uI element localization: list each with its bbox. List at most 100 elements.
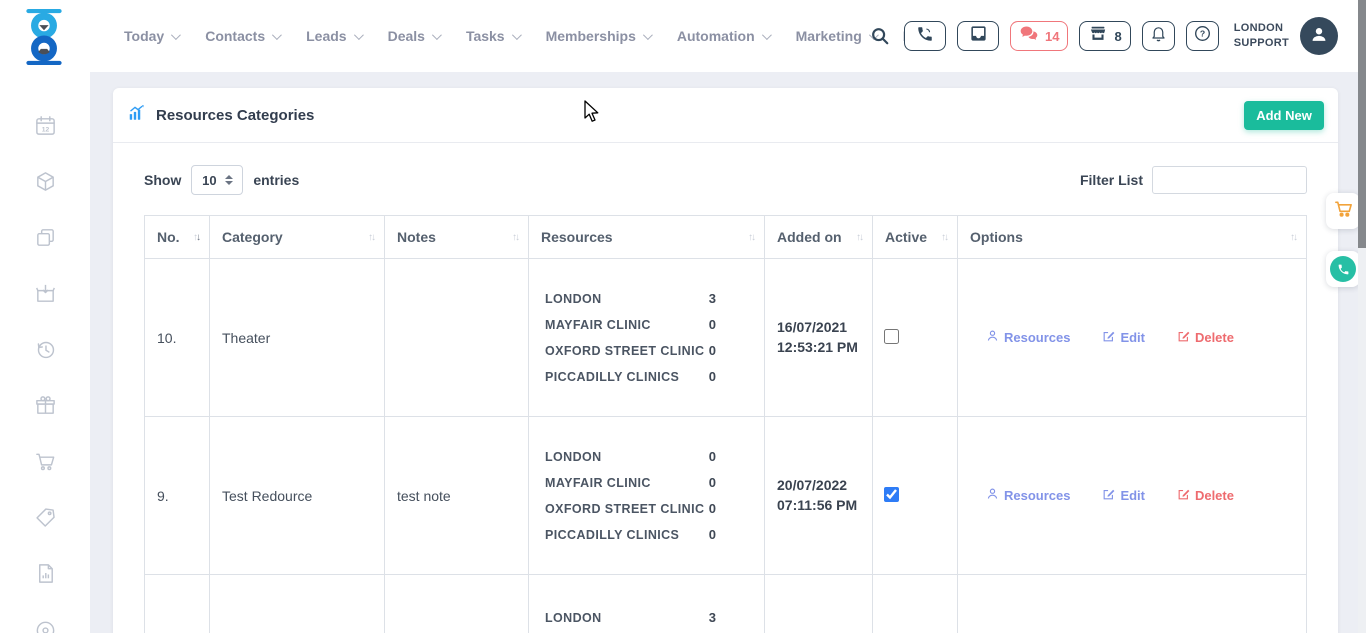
hourglass-logo-icon bbox=[22, 52, 66, 69]
page-size-select[interactable]: 10 bbox=[191, 165, 243, 195]
cell-added-on bbox=[765, 575, 873, 633]
cell-added-on: 20/07/2022 07:11:56 PM bbox=[765, 417, 873, 575]
scrollbar-thumb[interactable] bbox=[1358, 0, 1366, 248]
chevron-down-icon bbox=[762, 30, 772, 40]
table-controls: Show 10 entries Filter List bbox=[144, 165, 1307, 195]
gift-icon[interactable] bbox=[34, 394, 57, 417]
entries-label: entries bbox=[253, 172, 299, 188]
cell-resources: LONDON3 MAYFAIR CLINIC0 OXFORD STREET CL… bbox=[529, 259, 765, 417]
col-label: Active bbox=[885, 229, 927, 245]
edit-link[interactable]: Edit bbox=[1102, 488, 1145, 504]
floating-cart-button[interactable] bbox=[1326, 193, 1360, 229]
sort-icon: ↑↓ bbox=[512, 232, 518, 243]
filter-group: Filter List bbox=[1080, 166, 1307, 194]
cart-icon[interactable] bbox=[34, 450, 57, 473]
col-label: Options bbox=[970, 229, 1023, 245]
chart-trend-icon bbox=[127, 104, 146, 126]
chat-button[interactable]: 14 bbox=[1010, 21, 1068, 51]
cell-resources: LONDON0 MAYFAIR CLINIC0 OXFORD STREET CL… bbox=[529, 417, 765, 575]
notifications-button[interactable] bbox=[1142, 21, 1175, 51]
page-title-text: Resources Categories bbox=[156, 107, 314, 124]
cell-no bbox=[145, 575, 210, 633]
user-avatar[interactable] bbox=[1300, 17, 1338, 55]
vertical-scrollbar[interactable] bbox=[1358, 0, 1366, 633]
delete-link[interactable]: Delete bbox=[1177, 488, 1234, 504]
chevron-down-icon bbox=[171, 30, 181, 40]
box-receive-icon[interactable] bbox=[34, 282, 57, 305]
nav-label: Leads bbox=[306, 28, 346, 44]
card-body: Show 10 entries Filter List No.↑↓ Catego… bbox=[113, 143, 1338, 633]
nav-item-deals[interactable]: Deals bbox=[388, 28, 439, 44]
col-header-active[interactable]: Active↑↓ bbox=[873, 216, 958, 259]
resource-line: LONDON3 bbox=[545, 610, 716, 625]
nav-item-memberships[interactable]: Memberships bbox=[546, 28, 650, 44]
nav-item-contacts[interactable]: Contacts bbox=[205, 28, 279, 44]
sort-icon: ↑↓ bbox=[368, 232, 374, 243]
history-icon[interactable] bbox=[34, 338, 57, 361]
chat-icon bbox=[1019, 25, 1039, 48]
edit-link[interactable]: Edit bbox=[1102, 330, 1145, 346]
col-header-added-on[interactable]: Added on↑↓ bbox=[765, 216, 873, 259]
calendar-icon[interactable]: 12 bbox=[34, 114, 57, 137]
resources-link[interactable]: Resources bbox=[986, 329, 1070, 346]
resource-line: LONDON0 bbox=[545, 449, 716, 464]
cell-notes bbox=[385, 575, 529, 633]
nav-label: Automation bbox=[677, 28, 755, 44]
col-header-category[interactable]: Category ↑↓ bbox=[210, 216, 385, 259]
table-row: 9. Test Redource test note LONDON0 MAYFA… bbox=[145, 417, 1307, 575]
phone-button[interactable] bbox=[904, 21, 946, 51]
package-icon[interactable] bbox=[34, 170, 57, 193]
nav-item-today[interactable]: Today bbox=[124, 28, 178, 44]
cell-category bbox=[210, 575, 385, 633]
storefront-icon bbox=[1088, 24, 1108, 48]
updown-carets-icon bbox=[225, 175, 233, 185]
cell-options: Resources Edit Delete bbox=[958, 259, 1307, 417]
nav-item-automation[interactable]: Automation bbox=[677, 28, 769, 44]
resource-line: PICCADILLY CLINICS0 bbox=[545, 527, 716, 542]
col-header-no[interactable]: No.↑↓ bbox=[145, 216, 210, 259]
support-line2: SUPPORT bbox=[1234, 36, 1289, 51]
app-logo[interactable] bbox=[22, 9, 66, 65]
chevron-down-icon bbox=[272, 30, 282, 40]
nav-item-tasks[interactable]: Tasks bbox=[466, 28, 519, 44]
resources-categories-table: No.↑↓ Category↑↓ Notes↑↓ Resources↑↓ Add… bbox=[144, 215, 1307, 633]
nav-item-marketing[interactable]: Marketing bbox=[796, 28, 876, 44]
person-icon bbox=[986, 329, 999, 346]
price-tag-icon[interactable] bbox=[34, 506, 57, 529]
resource-line: OXFORD STREET CLINIC0 bbox=[545, 343, 716, 358]
nav-label: Marketing bbox=[796, 28, 862, 44]
main-nav: Today Contacts Leads Deals Tasks Members… bbox=[124, 0, 935, 72]
col-label: Category bbox=[222, 229, 283, 245]
nav-item-leads[interactable]: Leads bbox=[306, 28, 360, 44]
store-button[interactable]: 8 bbox=[1079, 21, 1130, 51]
nav-label: Tasks bbox=[466, 28, 505, 44]
help-button[interactable]: ? bbox=[1186, 21, 1219, 51]
svg-text:12: 12 bbox=[41, 127, 49, 134]
col-label: Added on bbox=[777, 229, 842, 245]
cell-notes bbox=[385, 259, 529, 417]
report-document-icon[interactable] bbox=[34, 562, 57, 585]
cell-active bbox=[873, 259, 958, 417]
col-header-options[interactable]: Options↑↓ bbox=[958, 216, 1307, 259]
filter-input[interactable] bbox=[1152, 166, 1307, 194]
cell-category: Theater bbox=[210, 259, 385, 417]
active-checkbox[interactable] bbox=[884, 487, 899, 502]
cell-active bbox=[873, 575, 958, 633]
chat-count-badge: 14 bbox=[1045, 29, 1059, 44]
search-icon[interactable] bbox=[870, 26, 890, 46]
col-header-resources[interactable]: Resources↑↓ bbox=[529, 216, 765, 259]
col-header-notes[interactable]: Notes↑↓ bbox=[385, 216, 529, 259]
nav-label: Deals bbox=[388, 28, 425, 44]
page-size-value: 10 bbox=[202, 173, 216, 188]
resources-link[interactable]: Resources bbox=[986, 487, 1070, 504]
topbar-actions: 14 8 ? LONDON SUPPORT bbox=[870, 0, 1338, 72]
floating-phone-button[interactable] bbox=[1326, 251, 1360, 287]
delete-link[interactable]: Delete bbox=[1177, 330, 1234, 346]
copy-icon[interactable] bbox=[34, 226, 57, 249]
active-checkbox[interactable] bbox=[884, 329, 899, 344]
add-new-button[interactable]: Add New bbox=[1244, 101, 1324, 130]
card-header: Resources Categories Add New bbox=[113, 88, 1338, 143]
circle-partial-icon[interactable] bbox=[34, 618, 57, 633]
inbox-button[interactable] bbox=[957, 21, 999, 51]
page-title: Resources Categories bbox=[127, 104, 314, 126]
